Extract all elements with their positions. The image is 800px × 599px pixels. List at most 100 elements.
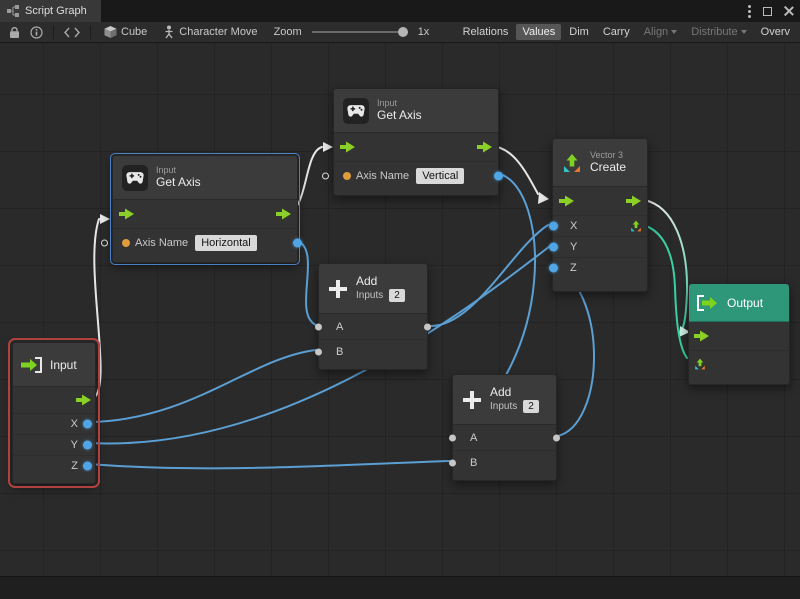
node-title: Get Axis [377, 109, 422, 123]
flow-row [553, 187, 647, 215]
a-in-port[interactable] [315, 323, 322, 330]
node-title: Add [490, 386, 539, 400]
flow-arrowhead [538, 192, 549, 204]
port-x-label: X [570, 220, 577, 232]
x-in-port[interactable] [549, 222, 558, 231]
port-row-b: B [453, 450, 556, 475]
result-out-port[interactable] [293, 239, 302, 248]
node-title: Input [50, 358, 77, 372]
port-row-b: B [319, 339, 427, 364]
port-row-x: X [13, 413, 95, 434]
value-row: Axis Name Vertical [334, 161, 498, 190]
gamepad-icon [122, 165, 148, 191]
vector3-in-port[interactable] [694, 358, 706, 370]
add-icon [328, 279, 348, 299]
node-header: Output [689, 284, 789, 322]
control-in-port[interactable] [559, 196, 574, 207]
wire-add2-to-vector3-z[interactable] [558, 268, 594, 436]
node-header: Input [13, 343, 95, 387]
sum-out-port[interactable] [424, 323, 431, 330]
string-port-dot [122, 239, 130, 247]
input-unit-icon [20, 357, 42, 373]
vector3-icon [562, 153, 582, 173]
node-header: Add Inputs 2 [319, 264, 427, 314]
axis-name-field[interactable]: Vertical [416, 168, 464, 184]
node-title: Get Axis [156, 176, 201, 190]
control-out-port[interactable] [477, 142, 492, 153]
string-port-dot [343, 172, 351, 180]
wire-horizontal-to-add1-a[interactable] [298, 241, 316, 325]
z-out-port[interactable] [83, 462, 92, 471]
y-in-port[interactable] [549, 243, 558, 252]
flow-arrowhead [323, 142, 333, 152]
port-x-label: X [71, 418, 78, 430]
node-title: Add [356, 275, 405, 289]
node-title: Create [590, 161, 626, 175]
axis-name-in-port[interactable] [101, 240, 108, 247]
node-header: Vector 3 Create [553, 139, 647, 187]
node-header: Add Inputs 2 [453, 375, 556, 425]
inputs-label: Inputs [356, 290, 383, 302]
control-in-port[interactable] [119, 209, 134, 220]
node-get-axis-horizontal[interactable]: Input Get Axis Axis Name Horizontal [112, 155, 298, 263]
control-out-port[interactable] [76, 395, 91, 406]
output-unit-icon [697, 295, 719, 311]
axis-name-field[interactable]: Horizontal [195, 235, 257, 251]
port-a-label: A [336, 321, 343, 333]
port-row-a: A [453, 425, 556, 450]
port-b-label: B [470, 457, 477, 469]
node-graph-input[interactable]: Input X Y Z [12, 342, 96, 484]
value-row: Axis Name Horizontal [113, 228, 297, 257]
inputs-count-field[interactable]: 2 [523, 400, 539, 413]
flow-arrowhead [100, 214, 110, 224]
a-in-port[interactable] [449, 434, 456, 441]
node-graph-output[interactable]: Output [688, 283, 790, 385]
axis-name-label: Axis Name [135, 237, 188, 249]
node-header: Input Get Axis [334, 89, 498, 133]
control-in-port[interactable] [694, 331, 709, 342]
z-in-port[interactable] [549, 264, 558, 273]
wire-inputz-to-add2-b[interactable] [90, 461, 450, 468]
port-row-z: Z [553, 257, 647, 278]
node-header: Input Get Axis [113, 156, 297, 200]
port-row-x: X [553, 215, 647, 236]
node-get-axis-vertical[interactable]: Input Get Axis Axis Name Vertical [333, 88, 499, 196]
port-z-label: Z [71, 460, 78, 472]
add-icon [462, 390, 482, 410]
port-row-y: Y [553, 236, 647, 257]
port-y-label: Y [71, 439, 78, 451]
inputs-count-field[interactable]: 2 [389, 289, 405, 302]
node-add-1[interactable]: Add Inputs 2 A B [318, 263, 428, 370]
flow-row [13, 387, 95, 413]
axis-name-in-port[interactable] [322, 173, 329, 180]
control-out-port[interactable] [276, 209, 291, 220]
x-out-port[interactable] [83, 420, 92, 429]
flow-row [113, 200, 297, 228]
b-in-port[interactable] [449, 460, 456, 467]
port-b-label: B [336, 346, 343, 358]
port-row-a: A [319, 314, 427, 339]
axis-name-label: Axis Name [356, 170, 409, 182]
port-row-y: Y [13, 434, 95, 455]
vector-in-row [689, 350, 789, 376]
wire-inputx-to-add1-b[interactable] [90, 350, 316, 422]
result-out-port[interactable] [494, 172, 503, 181]
wire-flow-vector3-to-output[interactable] [644, 200, 687, 331]
node-title: Output [727, 296, 763, 310]
vector3-out-port[interactable] [630, 220, 642, 232]
control-out-port[interactable] [626, 196, 641, 207]
node-vector3-create[interactable]: Vector 3 Create X Y Z [552, 138, 648, 292]
sum-out-port[interactable] [553, 434, 560, 441]
inputs-label: Inputs [490, 401, 517, 413]
gamepad-icon [343, 98, 369, 124]
b-in-port[interactable] [315, 349, 322, 356]
node-add-2[interactable]: Add Inputs 2 A B [452, 374, 557, 481]
flow-row [334, 133, 498, 161]
flow-row [689, 322, 789, 350]
port-z-label: Z [570, 262, 577, 274]
port-row-z: Z [13, 455, 95, 476]
port-a-label: A [470, 432, 477, 444]
port-y-label: Y [570, 241, 577, 253]
y-out-port[interactable] [83, 441, 92, 450]
control-in-port[interactable] [340, 142, 355, 153]
